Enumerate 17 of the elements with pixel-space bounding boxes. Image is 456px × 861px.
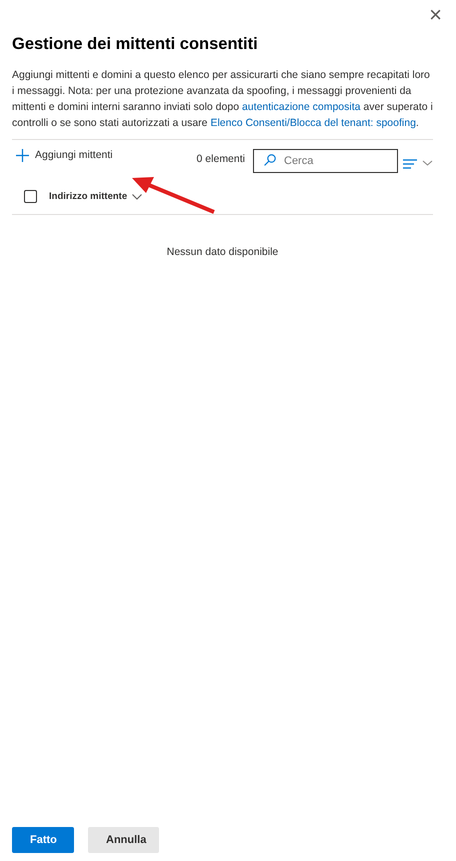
sort-icon <box>402 156 418 171</box>
chevron-down-icon <box>422 160 433 168</box>
done-button[interactable]: Fatto <box>12 827 74 853</box>
description-text: Aggiungi mittenti e domini a questo elenco per assicurarti che siano sempre recapitati loro i messaggi. Nota: per una protezione avanzata da spoofing, i messaggi provenienti da mittenti e domini interni saranno inviati solo dopo autenticazione composita aver superato i controlli o se sono stati autorizzati a usare Elenco Consenti/Blocca del tenant: spoofing. <box>12 68 433 131</box>
search-field[interactable]: Cerca <box>253 148 398 173</box>
description-link[interactable]: autenticazione composita <box>242 100 360 113</box>
close-button[interactable]: × <box>425 2 446 28</box>
panel-title: Gestione dei mittenti consentiti <box>12 35 259 55</box>
description-link[interactable]: Elenco Consenti/Blocca del tenant: spoofing <box>210 116 416 129</box>
column-header[interactable]: Indirizzo mittente <box>49 190 142 204</box>
plus-icon <box>16 149 29 162</box>
select-all-checkbox[interactable] <box>24 190 37 204</box>
empty-message: Nessun dato disponibile <box>166 244 280 260</box>
add-senders-button[interactable]: Aggiungi mittenti <box>12 148 117 164</box>
chevron-down-icon <box>132 194 142 200</box>
item-count: 0 elementi <box>196 152 245 167</box>
cancel-button[interactable]: Annulla <box>88 827 159 853</box>
